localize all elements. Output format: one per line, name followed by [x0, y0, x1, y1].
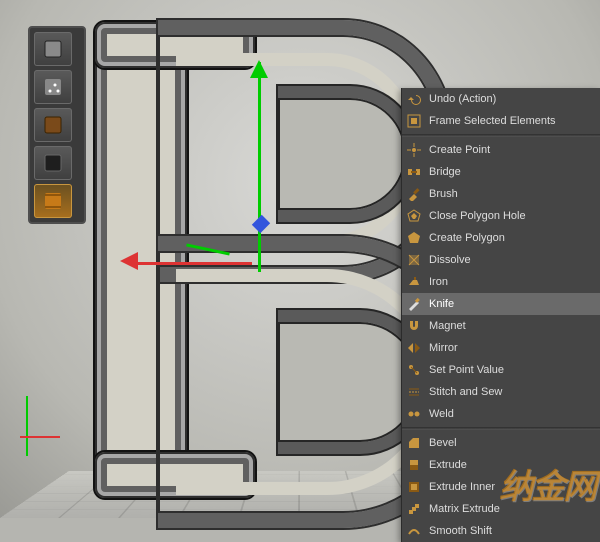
menu-separator — [402, 134, 600, 137]
menu-item-label: Weld — [429, 408, 454, 420]
menu-item-label: Create Point — [429, 144, 490, 156]
menu-item-label: Undo (Action) — [429, 93, 496, 105]
menu-item-close-polygon-hole[interactable]: Close Polygon Hole — [402, 205, 600, 227]
extrude-inner-icon — [406, 479, 422, 495]
menu-item-label: Create Polygon — [429, 232, 505, 244]
smooth-shift-icon — [406, 523, 422, 539]
bridge-icon — [406, 164, 422, 180]
y-axis-icon — [26, 396, 28, 456]
matrix-extrude-icon — [406, 501, 422, 517]
menu-item-bridge[interactable]: Bridge — [402, 161, 600, 183]
display-hidden-line-button[interactable] — [34, 146, 72, 180]
knife-icon — [406, 296, 422, 312]
menu-item-stitch-and-sew[interactable]: Stitch and Sew — [402, 381, 600, 403]
menu-item-label: Bridge — [429, 166, 461, 178]
extrude-icon — [406, 457, 422, 473]
display-shaded-button[interactable] — [34, 32, 72, 66]
menu-item-undo[interactable]: Undo (Action) — [402, 88, 600, 110]
menu-item-bevel[interactable]: Bevel — [402, 432, 600, 454]
menu-item-brush[interactable]: Brush — [402, 183, 600, 205]
menu-item-weld[interactable]: Weld — [402, 403, 600, 425]
set-point-icon — [406, 362, 422, 378]
world-origin-indicator — [20, 396, 60, 456]
menu-item-label: Extrude — [429, 459, 467, 471]
menu-item-label: Iron — [429, 276, 448, 288]
dissolve-icon — [406, 252, 422, 268]
menu-item-mirror[interactable]: Mirror — [402, 337, 600, 359]
display-wireframe-button[interactable] — [34, 184, 72, 218]
menu-item-label: Mirror — [429, 342, 458, 354]
menu-item-knife[interactable]: Knife — [402, 293, 600, 315]
3d-viewport[interactable]: Undo (Action) Frame Selected Elements Cr… — [0, 0, 600, 518]
close-hole-icon — [406, 208, 422, 224]
x-axis-icon — [20, 436, 60, 438]
menu-item-label: Close Polygon Hole — [429, 210, 526, 222]
menu-item-set-point-value[interactable]: Set Point Value — [402, 359, 600, 381]
magnet-icon — [406, 318, 422, 334]
frame-icon — [406, 113, 422, 129]
menu-item-label: Frame Selected Elements — [429, 115, 556, 127]
stitch-icon — [406, 384, 422, 400]
mesh-hole — [278, 86, 418, 222]
menu-item-label: Set Point Value — [429, 364, 504, 376]
menu-item-create-point[interactable]: Create Point — [402, 139, 600, 161]
point-icon — [406, 142, 422, 158]
mirror-icon — [406, 340, 422, 356]
menu-item-label: Smooth Shift — [429, 525, 492, 537]
weld-icon — [406, 406, 422, 422]
menu-item-create-polygon[interactable]: Create Polygon — [402, 227, 600, 249]
display-mode-toolbar — [28, 26, 86, 224]
create-polygon-icon — [406, 230, 422, 246]
menu-item-label: Knife — [429, 298, 454, 310]
menu-item-extrude-inner[interactable]: Extrude Inner — [402, 476, 600, 498]
menu-separator — [402, 427, 600, 430]
display-shaded-wire-button[interactable] — [34, 70, 72, 104]
menu-item-label: Brush — [429, 188, 458, 200]
undo-icon — [406, 91, 422, 107]
menu-item-label: Magnet — [429, 320, 466, 332]
menu-item-matrix-extrude[interactable]: Matrix Extrude — [402, 498, 600, 520]
menu-item-label: Dissolve — [429, 254, 471, 266]
context-menu: Undo (Action) Frame Selected Elements Cr… — [401, 88, 600, 542]
mesh-object-letter-b[interactable] — [93, 20, 453, 500]
brush-icon — [406, 186, 422, 202]
menu-item-label: Bevel — [429, 437, 457, 449]
menu-item-label: Matrix Extrude — [429, 503, 500, 515]
menu-item-frame-selected[interactable]: Frame Selected Elements — [402, 110, 600, 132]
menu-item-dissolve[interactable]: Dissolve — [402, 249, 600, 271]
menu-item-smooth-shift[interactable]: Smooth Shift — [402, 520, 600, 542]
menu-item-magnet[interactable]: Magnet — [402, 315, 600, 337]
menu-item-iron[interactable]: Iron — [402, 271, 600, 293]
menu-item-label: Extrude Inner — [429, 481, 495, 493]
bevel-icon — [406, 435, 422, 451]
display-quick-shade-button[interactable] — [34, 108, 72, 142]
menu-item-extrude[interactable]: Extrude — [402, 454, 600, 476]
iron-icon — [406, 274, 422, 290]
menu-item-label: Stitch and Sew — [429, 386, 502, 398]
